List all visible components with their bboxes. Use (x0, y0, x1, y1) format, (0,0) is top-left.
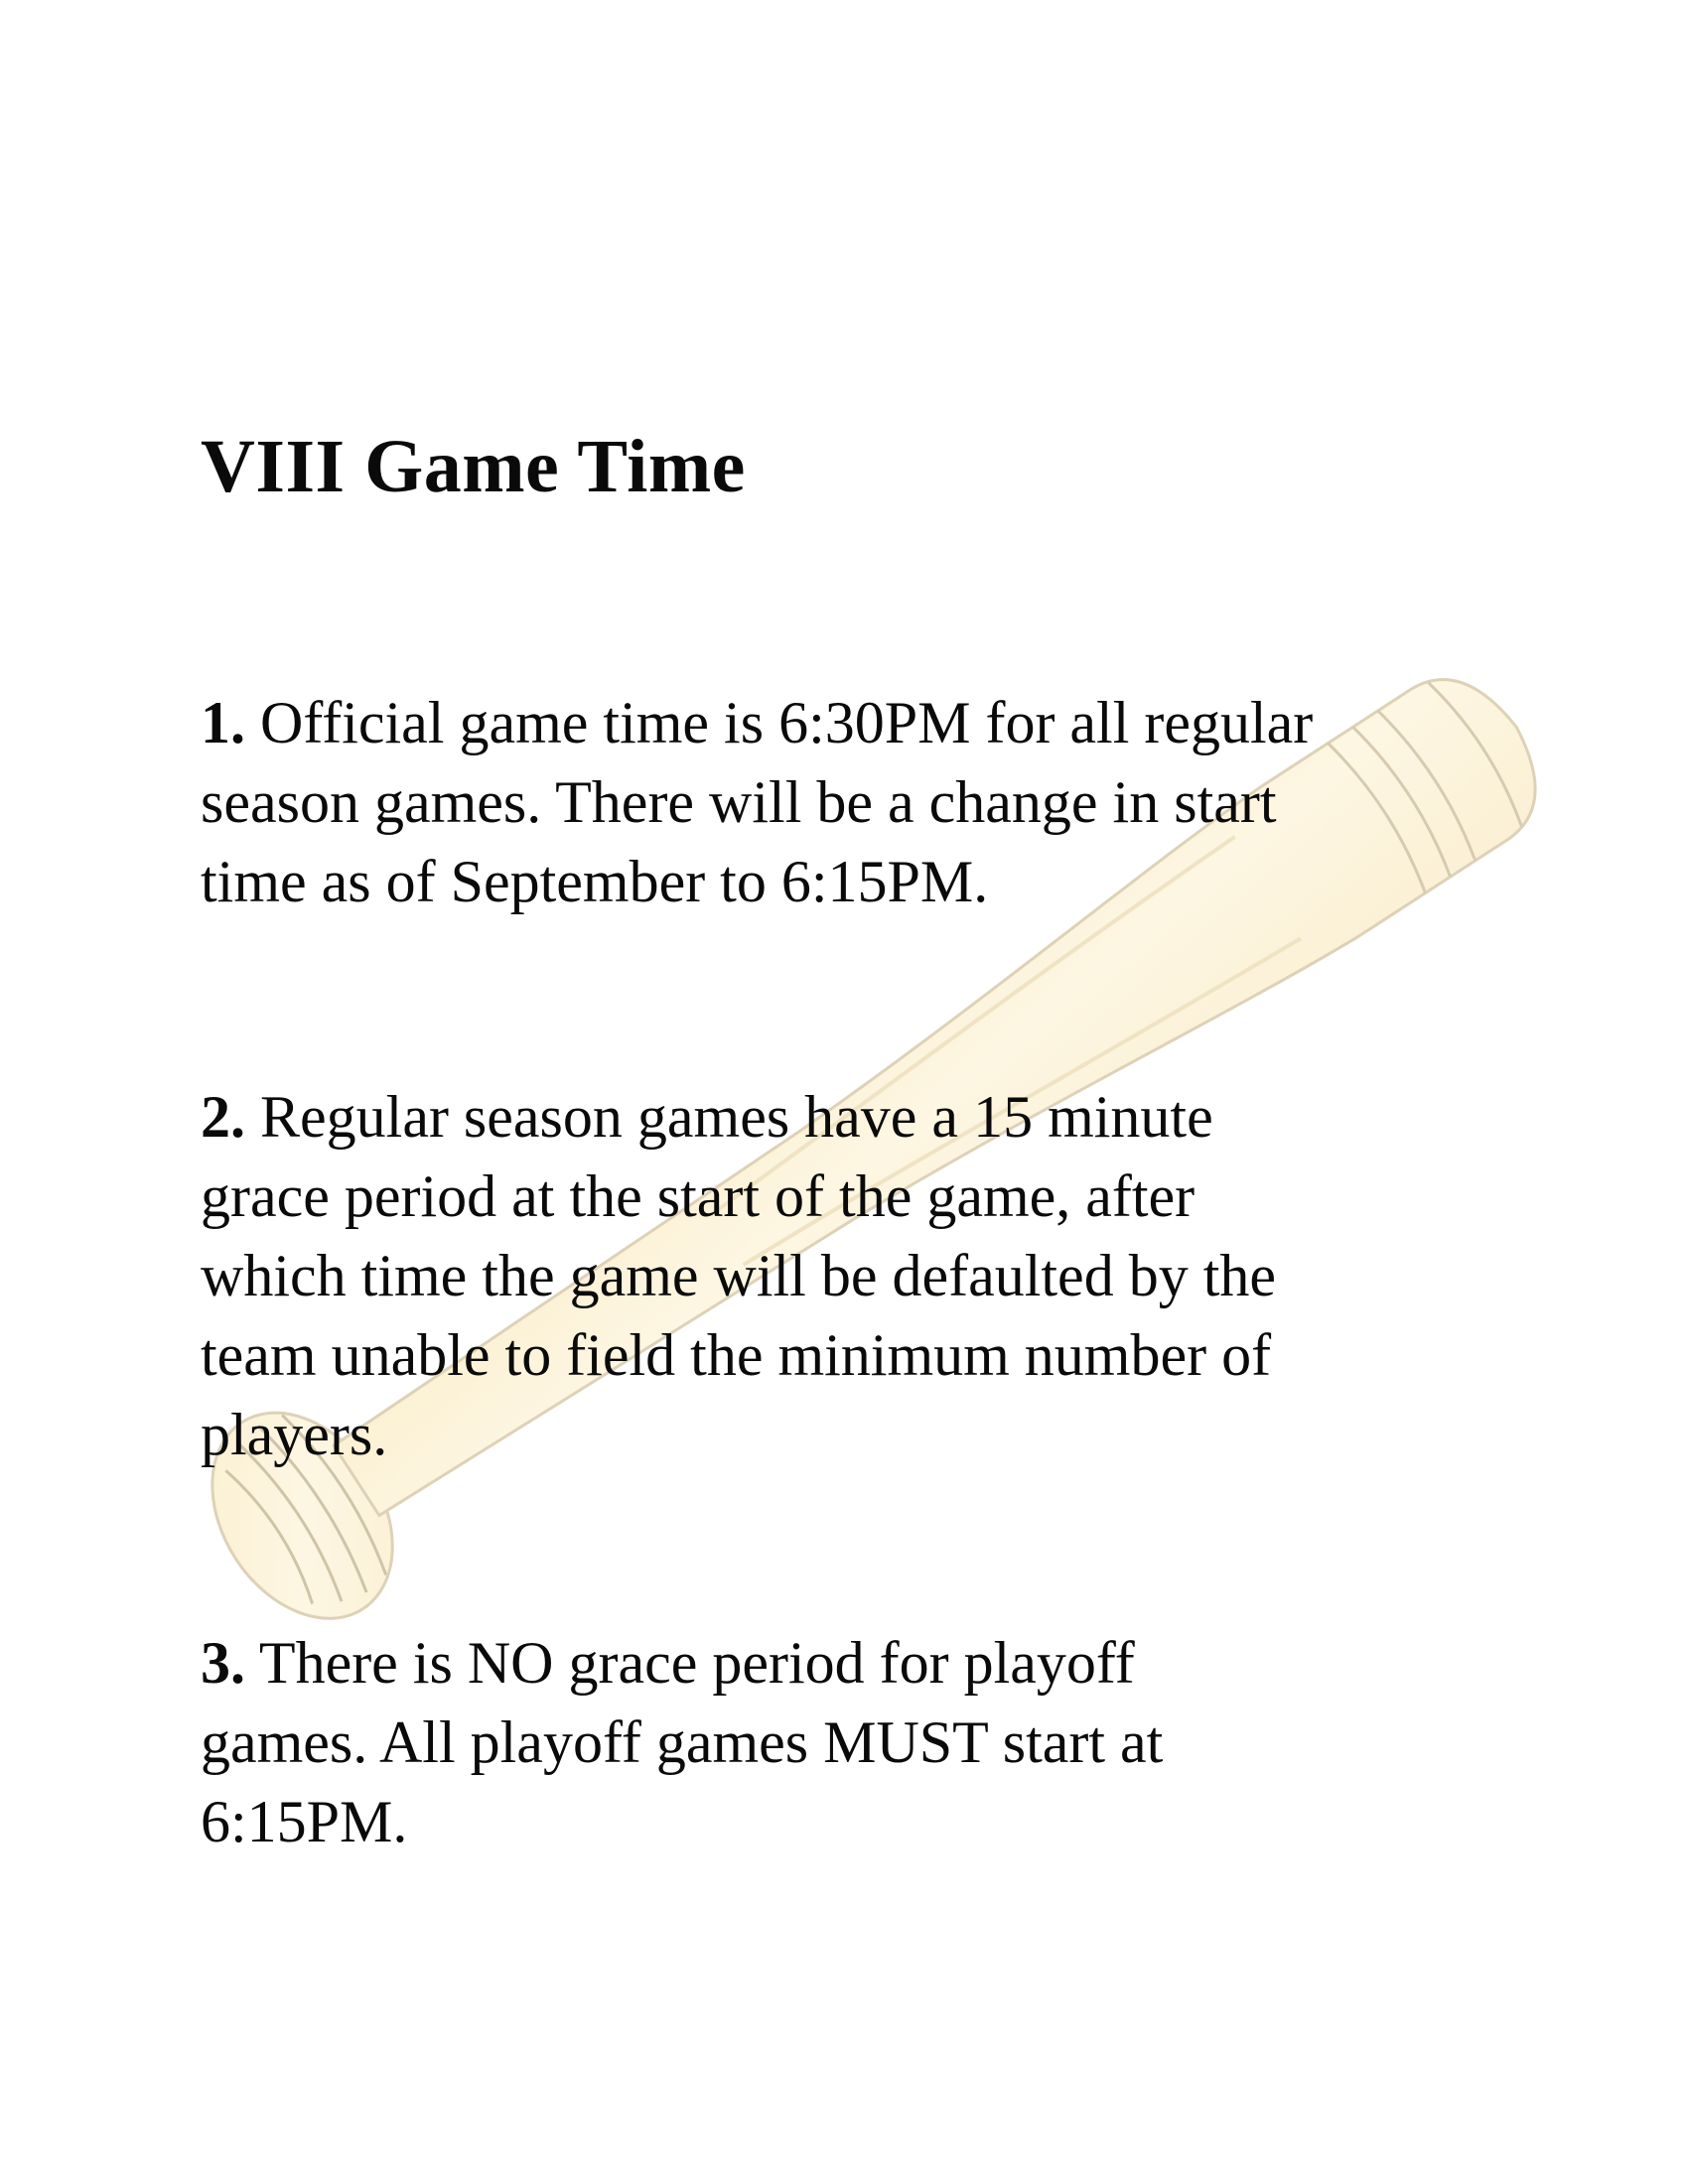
rule-text-line: grace period at the start of the game, a… (201, 1163, 1196, 1229)
rule-text-line: There is NO grace period for playoff (258, 1630, 1135, 1696)
rule-text-line: time as of September to 6:15PM. (201, 849, 989, 914)
rule-text-line: 6:15PM. (201, 1789, 408, 1854)
rule-number: 2. (201, 1084, 245, 1150)
rule-item-3: 3. There is NO grace period for playoff g… (201, 1623, 1531, 1861)
rule-item-2: 2. Regular season games have a 15 minute… (201, 1077, 1531, 1474)
document-page: VIII Game Time 1. Official game time is … (0, 0, 1688, 2184)
rule-number: 3. (201, 1630, 245, 1696)
rule-item-1: 1. Official game time is 6:30PM for all … (201, 683, 1531, 921)
rule-text-line: team unable to field the minimum number … (201, 1322, 1272, 1388)
rule-text-line: players. (201, 1402, 388, 1467)
rule-text-line: which time the game will be defaulted by… (201, 1243, 1276, 1308)
section-heading: VIII Game Time (201, 425, 746, 508)
rule-text-line: games. All playoff games MUST start at (201, 1709, 1164, 1775)
rule-text-line: Official game time is 6:30PM for all reg… (260, 690, 1314, 755)
rule-text-line: season games. There will be a change in … (201, 769, 1277, 835)
rule-text-line: Regular season games have a 15 minute (260, 1084, 1213, 1150)
rule-number: 1. (201, 690, 245, 755)
